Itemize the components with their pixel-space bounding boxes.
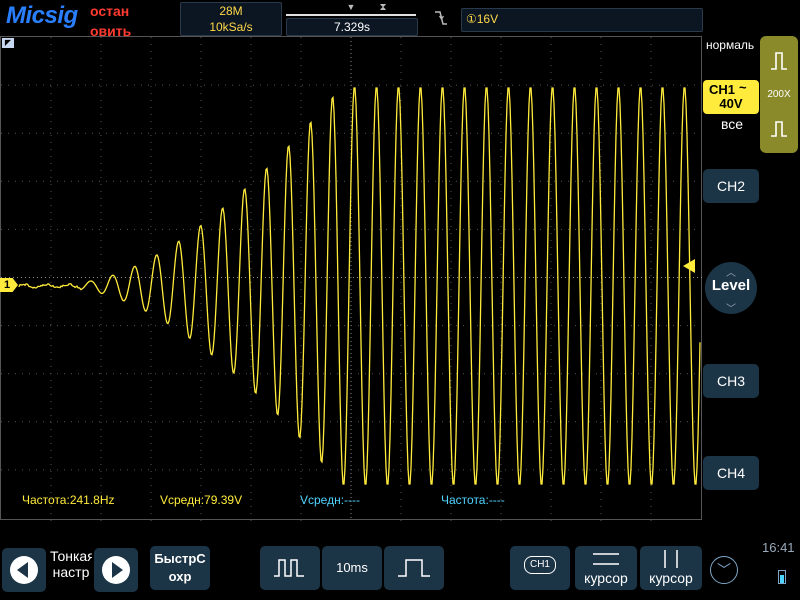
ch2-vavg-measurement[interactable]: Vсредн:---- — [300, 493, 360, 507]
memory-timebar[interactable] — [286, 14, 416, 16]
horizontal-delay-box[interactable]: 7.329s — [286, 18, 418, 36]
trigger-info-box[interactable]: ①16V — [461, 8, 703, 32]
vertical-cursor-button[interactable]: курсор — [640, 546, 702, 590]
brand-logo: Micsig — [6, 2, 78, 30]
chevron-up-icon: ︿ — [723, 264, 739, 274]
trigger-level-readout: ①16V — [466, 12, 498, 26]
ch1-label: CH1 — [709, 82, 735, 97]
ch1-button[interactable]: CH1 ~ 40V — [703, 80, 759, 114]
slope-ratio-label: 200X — [760, 89, 798, 100]
memory-depth: 28M — [181, 4, 281, 18]
trigger-position-icon: ▼ — [346, 2, 356, 12]
vertical-cursor-label: курсор — [640, 570, 702, 586]
ch4-button[interactable]: CH4 — [703, 456, 759, 490]
wide-pulse-icon — [384, 546, 444, 590]
horizontal-cursor-icon — [575, 546, 637, 570]
delay-value: 7.329s — [287, 19, 417, 35]
vertical-cursor-icon — [640, 546, 702, 570]
timebase-decrease-button[interactable] — [260, 546, 320, 590]
acquisition-box[interactable]: 28M 10kSa/s — [180, 2, 282, 36]
ch2-frequency-measurement[interactable]: Частота:---- — [441, 493, 505, 507]
trigger-slope-panel: 200X — [760, 36, 798, 153]
trigger-position-flag: ◤ — [2, 38, 14, 48]
chevron-down-icon: ﹀ — [723, 300, 739, 310]
horizontal-cursor-button[interactable]: курсор — [575, 546, 637, 590]
ch1-coupling: ~ — [739, 80, 747, 95]
ch1-bandwidth-limit[interactable]: все — [704, 116, 760, 132]
trigger-level-knob[interactable]: ︿ Level ﹀ — [705, 262, 757, 314]
fine-adjust-label[interactable]: Тонкая настр — [50, 548, 92, 600]
ch1-vertical-scale: 40V — [703, 96, 759, 111]
horizontal-cursor-label: курсор — [575, 570, 637, 586]
falling-edge-icon[interactable] — [433, 9, 449, 27]
quick-save-label: БыстрС охр — [154, 551, 205, 584]
timebase-value[interactable]: 10ms — [322, 546, 382, 590]
channel-select-button[interactable]: CH1 — [510, 546, 570, 590]
narrow-pulse-icon — [260, 546, 320, 590]
next-button[interactable] — [94, 548, 138, 592]
previous-button[interactable] — [2, 548, 46, 592]
rising-edge-icon[interactable] — [764, 46, 794, 76]
sample-rate: 10kSa/s — [181, 20, 281, 34]
bottom-toolbar: Тонкая настр БыстрС охр 10ms CH1 курсор … — [0, 540, 800, 600]
timebase-increase-button[interactable] — [384, 546, 444, 590]
ch1-vavg-measurement[interactable]: Vсредн:79.39V — [160, 493, 242, 507]
ch2-button[interactable]: CH2 — [703, 169, 759, 203]
level-label: Level — [705, 277, 757, 294]
triangle-left-icon — [2, 548, 46, 592]
pulse-low-icon[interactable] — [764, 113, 794, 143]
timebase-control: 10ms — [260, 546, 444, 590]
battery-fill — [780, 575, 784, 583]
run-stop-button[interactable]: остан — [90, 4, 129, 18]
triangle-right-icon — [94, 548, 138, 592]
top-status-bar: Micsig остан овить 28M 10kSa/s ▼ ⧗ 7.329… — [0, 0, 800, 36]
ch1-waveform — [19, 88, 700, 484]
waveform-screen[interactable] — [0, 36, 702, 520]
quick-save-button[interactable]: БыстрС охр — [150, 546, 210, 590]
run-stop-button-line-2[interactable]: овить — [90, 24, 131, 36]
trigger-level-arrow[interactable] — [683, 259, 695, 273]
ch3-button[interactable]: CH3 — [703, 364, 759, 398]
trigger-mode[interactable]: нормаль — [706, 38, 754, 52]
ch1-frequency-measurement[interactable]: Частота:241.8Hz — [22, 493, 115, 507]
chevron-down-icon[interactable]: ﹀ — [710, 556, 738, 584]
trigger-point-icon: ⧗ — [378, 2, 388, 12]
waveform-graticule — [1, 37, 703, 521]
battery-icon — [778, 570, 786, 584]
channel-select-badge: CH1 — [524, 556, 556, 574]
clock: 16:41 — [762, 540, 795, 555]
